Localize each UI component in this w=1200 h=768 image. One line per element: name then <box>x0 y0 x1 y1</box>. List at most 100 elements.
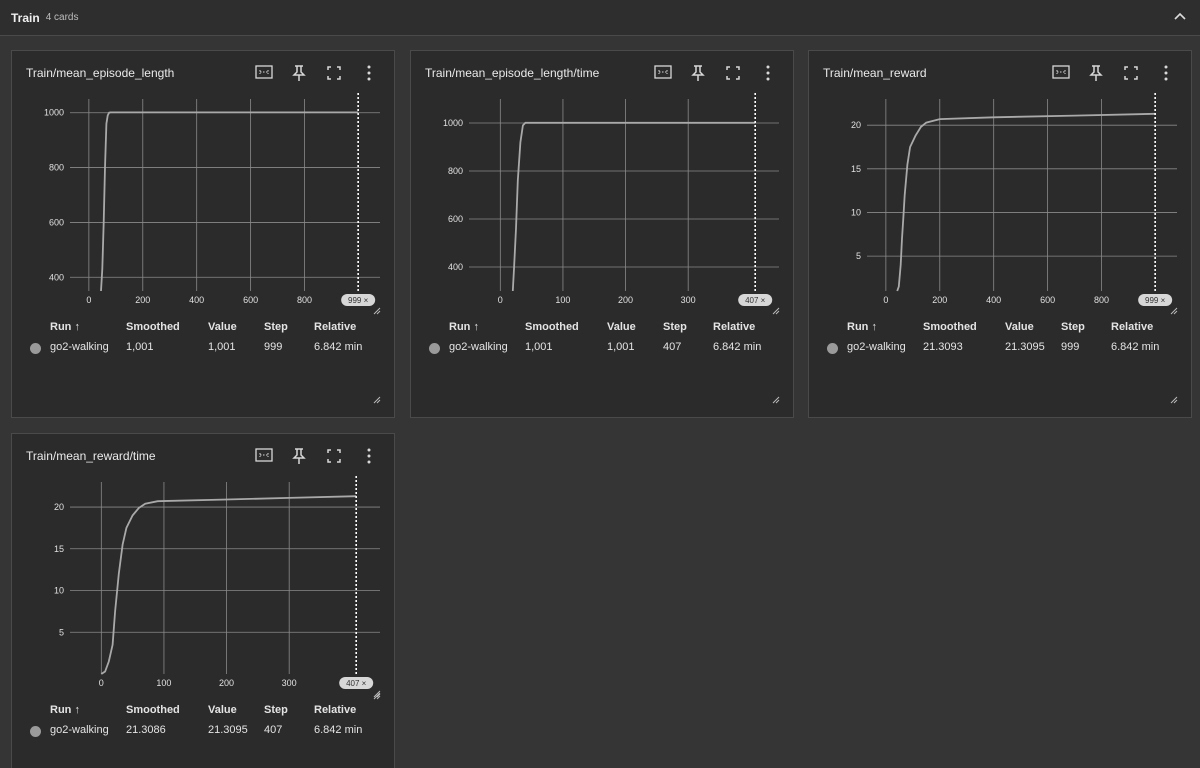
fit-domain-button[interactable] <box>1043 63 1078 83</box>
fit-domain-icon <box>653 65 672 79</box>
card-toolbar <box>246 63 386 83</box>
header-relative: Relative <box>1111 321 1154 333</box>
cell-step: 407 <box>663 341 682 353</box>
run-color-dot[interactable] <box>30 343 41 354</box>
cell-smoothed: 1,001 <box>126 341 154 353</box>
cell-relative: 6.842 min <box>314 724 363 736</box>
more-vert-icon <box>367 448 370 464</box>
line-chart[interactable]: 51015200 200 400 600 800 999 × <box>809 91 1193 321</box>
section-header[interactable]: Train 4 cards <box>0 0 1200 36</box>
x-tick-label: 200 <box>135 295 150 305</box>
card-title: Train/mean_reward/time <box>26 449 156 463</box>
cell-relative: 6.842 min <box>713 341 762 353</box>
series-line <box>511 121 756 292</box>
y-tick-label: 15 <box>54 544 64 554</box>
header-run[interactable]: Run ↑ <box>50 704 80 716</box>
y-tick-label: 20 <box>851 120 861 130</box>
header-smoothed: Smoothed <box>525 321 579 333</box>
cell-step: 407 <box>264 724 283 736</box>
cell-smoothed: 21.3093 <box>923 341 963 353</box>
y-tick-label: 600 <box>49 217 64 227</box>
cell-run: go2-walking <box>50 341 109 353</box>
fullscreen-button[interactable] <box>316 446 351 466</box>
pin-button[interactable] <box>281 446 316 466</box>
header-run[interactable]: Run ↑ <box>847 321 877 333</box>
header-run[interactable]: Run ↑ <box>50 321 80 333</box>
run-color-dot[interactable] <box>827 343 838 354</box>
y-tick-label: 1000 <box>443 118 463 128</box>
chart-resize-icon[interactable] <box>1170 307 1178 315</box>
fit-domain-button[interactable] <box>246 63 281 83</box>
more-vert-button[interactable] <box>351 63 386 83</box>
chart-card: Train/mean_episode_length 400 600 800 1000 0 2… <box>11 50 395 418</box>
fit-domain-button[interactable] <box>645 63 680 83</box>
step-badge[interactable]: 999 × <box>1138 294 1173 306</box>
more-vert-icon <box>766 65 769 81</box>
y-tick-label: 800 <box>49 163 64 173</box>
step-badge[interactable]: 407 × <box>738 294 773 306</box>
fit-domain-button[interactable] <box>246 446 281 466</box>
run-color-dot[interactable] <box>30 726 41 737</box>
card-toolbar <box>246 446 386 466</box>
y-tick-label: 400 <box>49 272 64 282</box>
more-vert-icon <box>1164 65 1167 81</box>
pin-button[interactable] <box>281 63 316 83</box>
header-relative: Relative <box>713 321 756 333</box>
cell-value: 21.3095 <box>1005 341 1045 353</box>
card-title: Train/mean_episode_length/time <box>425 66 600 80</box>
card-count: 4 cards <box>45 12 79 23</box>
fit-domain-icon <box>254 65 273 79</box>
y-tick-label: 10 <box>54 586 64 596</box>
chart-card: Train/mean_reward/time 5 10 15 20 0 100 200 300 4… <box>11 433 395 768</box>
fit-domain-icon <box>1051 65 1070 79</box>
x-tick-label: 600 <box>243 295 258 305</box>
step-badge-label: 999 × <box>1145 296 1166 305</box>
header-run[interactable]: Run ↑ <box>449 321 479 333</box>
step-badge-label: 407 × <box>346 679 367 688</box>
fit-domain-icon <box>254 448 273 462</box>
x-tick-label: 400 <box>986 295 1001 305</box>
fullscreen-button[interactable] <box>715 63 750 83</box>
step-badge[interactable]: 999 × <box>341 294 376 306</box>
x-tick-label: 100 <box>156 678 171 688</box>
step-badge[interactable]: 407 × <box>339 677 374 689</box>
header-value: Value <box>208 704 237 716</box>
chart-resize-icon[interactable] <box>772 307 780 315</box>
fullscreen-icon <box>1123 66 1138 80</box>
header-relative: Relative <box>314 321 357 333</box>
y-tick-label: 5 <box>59 627 64 637</box>
x-tick-label: 200 <box>219 678 234 688</box>
header-step: Step <box>264 321 288 333</box>
more-vert-button[interactable] <box>1148 63 1183 83</box>
pin-icon <box>690 65 705 81</box>
run-color-dot[interactable] <box>429 343 440 354</box>
x-tick-label: 0 <box>498 295 503 305</box>
more-vert-icon <box>367 65 370 81</box>
fullscreen-button[interactable] <box>1113 63 1148 83</box>
pin-button[interactable] <box>680 63 715 83</box>
card-resize-icon[interactable] <box>373 396 381 404</box>
pin-icon <box>1088 65 1103 81</box>
pin-button[interactable] <box>1078 63 1113 83</box>
card-resize-icon[interactable] <box>772 396 780 404</box>
card-resize-icon[interactable] <box>373 692 381 700</box>
more-vert-button[interactable] <box>351 446 386 466</box>
x-tick-label: 400 <box>189 295 204 305</box>
line-chart[interactable]: 400 600 800 1000 0 100 200 300 407 × <box>411 91 795 321</box>
step-badge-label: 999 × <box>348 296 369 305</box>
chart-resize-icon[interactable] <box>373 307 381 315</box>
x-tick-label: 200 <box>618 295 633 305</box>
fullscreen-button[interactable] <box>316 63 351 83</box>
cell-value: 1,001 <box>208 341 236 353</box>
cell-value: 1,001 <box>607 341 635 353</box>
y-tick-label: 600 <box>448 214 463 224</box>
series-line <box>100 495 357 675</box>
card-resize-icon[interactable] <box>1170 396 1178 404</box>
chevron-up-icon[interactable] <box>1172 9 1188 25</box>
line-chart[interactable]: 51015200 100 200 300 407 × <box>12 474 396 704</box>
more-vert-button[interactable] <box>750 63 785 83</box>
header-smoothed: Smoothed <box>126 321 180 333</box>
cell-smoothed: 1,001 <box>525 341 553 353</box>
line-chart[interactable]: 400 600 800 1000 0 200 400 600 800 999 × <box>12 91 396 321</box>
header-value: Value <box>607 321 636 333</box>
